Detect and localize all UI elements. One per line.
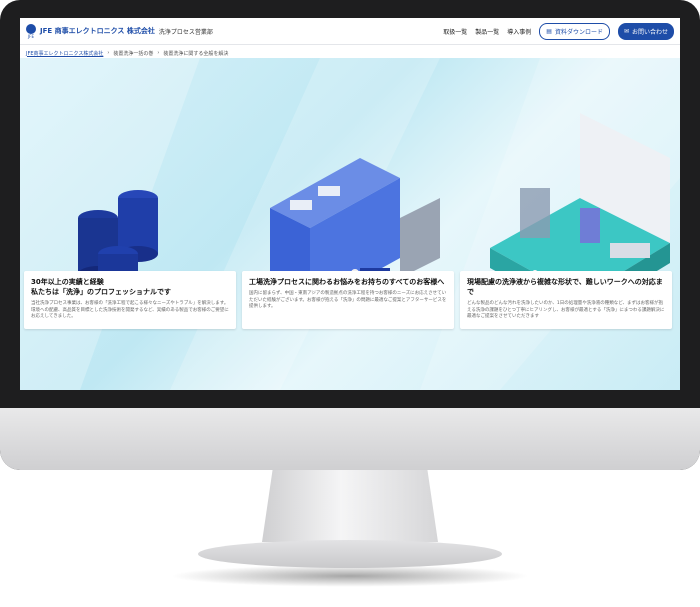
nav-item-3[interactable]: 導入事例 [507, 27, 531, 36]
feature-card-1[interactable]: 30年以上の実績と経験 私たちは「洗浄」のプロフェッショナルです 当社洗浄プロセ… [24, 271, 236, 329]
breadcrumb-separator: › [107, 50, 110, 56]
card-1-title-line-2: 私たちは「洗浄」のプロフェッショナルです [31, 288, 171, 296]
document-icon: ▤ [546, 27, 552, 35]
card-1-title-line-1: 30年以上の実績と経験 [31, 278, 104, 286]
card-3-title: 現場配慮の洗浄液から複雑な形状で、難しいワークへの対応まで [467, 278, 663, 296]
logo-sub: JFE [27, 33, 34, 39]
contact-button[interactable]: ✉ お問い合わせ [617, 22, 674, 40]
breadcrumb-current: 装置洗浄に関する全般を解決 [163, 50, 229, 57]
breadcrumb-item[interactable]: 装置洗浄一括の巻 [113, 50, 153, 57]
mail-icon: ✉ [623, 27, 629, 35]
contact-label: お問い合わせ [631, 28, 668, 36]
screen: JFE JFE 商事エレクトロニクス 株式会社 洗浄プロセス営業部 取扱一覧 製… [20, 18, 680, 390]
hero-section [20, 58, 680, 390]
brand-name: JFE 商事エレクトロニクス 株式会社 [40, 27, 155, 35]
download-label: 資料ダウンロード [554, 28, 603, 36]
breadcrumb-home[interactable]: JFE商事エレクトロニクス株式会社 [26, 50, 103, 57]
monitor-base [198, 540, 502, 568]
department-name: 洗浄プロセス営業部 [158, 28, 213, 36]
card-1-body: 当社洗浄プロセス事業は、お客様の「洗浄工程で起こる様々なニーズやトラブル」を解決… [31, 301, 229, 319]
card-3-body: どんな製品のどんな汚れを洗浄したいのか、1日の処理量や洗浄液の種類など、まずはお… [467, 301, 665, 319]
card-2-title: 工場洗浄プロセスに関わるお悩みをお持ちのすべてのお客様へ [249, 278, 445, 286]
nav-item-1[interactable]: 取扱一覧 [443, 27, 467, 36]
card-1-title: 30年以上の実績と経験 私たちは「洗浄」のプロフェッショナルです [31, 277, 229, 297]
monitor-stand [262, 470, 438, 542]
breadcrumb-separator: › [157, 50, 160, 56]
card-2-body: 国内に留まらず、中国・東南アジアの製造拠点の洗浄工程を持つお客様のニーズにお応え… [249, 291, 447, 309]
site-header: JFE JFE 商事エレクトロニクス 株式会社 洗浄プロセス営業部 取扱一覧 製… [20, 18, 680, 45]
logo[interactable]: JFE JFE 商事エレクトロニクス 株式会社 洗浄プロセス営業部 [26, 23, 213, 39]
logo-mark-icon [26, 23, 36, 34]
monitor-chin [0, 408, 700, 470]
global-nav: 取扱一覧 製品一覧 導入事例 ▤ 資料ダウンロード ✉ お問い合わせ [443, 22, 674, 40]
hero-illustration [20, 58, 680, 390]
nav-item-2[interactable]: 製品一覧 [475, 27, 499, 36]
download-button[interactable]: ▤ 資料ダウンロード [539, 22, 610, 40]
monitor-shadow [170, 565, 530, 587]
feature-card-3[interactable]: 現場配慮の洗浄液から複雑な形状で、難しいワークへの対応まで どんな製品のどんな汚… [460, 271, 672, 329]
feature-card-2[interactable]: 工場洗浄プロセスに関わるお悩みをお持ちのすべてのお客様へ 国内に留まらず、中国・… [242, 271, 454, 329]
